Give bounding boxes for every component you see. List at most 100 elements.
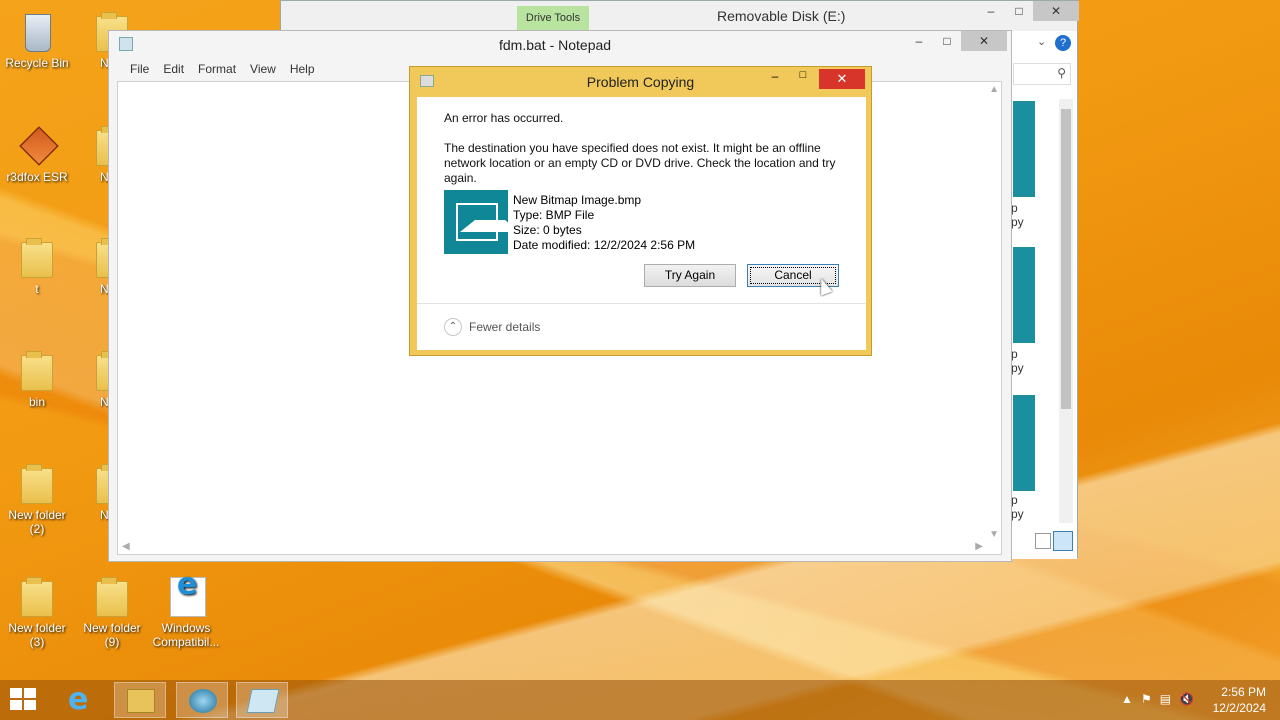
error-message: The destination you have specified does … (444, 141, 836, 185)
desktop-icon-new-folder-2[interactable]: New folder (2) (1, 462, 73, 536)
desktop-icon-new-folder-3[interactable]: New folder (3) (1, 575, 73, 649)
desktop-icon-label: New folder (3) (8, 621, 66, 649)
menu-format[interactable]: Format (191, 59, 243, 81)
file-thumbnail[interactable] (1013, 247, 1035, 343)
ribbon-tab-drive-tools[interactable]: Drive Tools (517, 6, 589, 30)
file-thumbnail[interactable] (1013, 395, 1035, 491)
vertical-scrollbar[interactable] (1059, 99, 1073, 523)
chevron-down-icon[interactable]: ⌄ (1037, 35, 1046, 48)
clock[interactable]: 2:56 PM 12/2/2024 (1213, 684, 1266, 716)
folder-icon (21, 238, 53, 278)
try-again-button[interactable]: Try Again (644, 264, 736, 287)
chevron-up-icon: ⌃ (444, 318, 462, 336)
error-heading: An error has occurred. (444, 111, 564, 125)
file-type: Type: BMP File (513, 208, 595, 222)
file-label: p (1011, 347, 1018, 361)
system-tray: ▲ ⚑ ▤ 🔇 (1121, 692, 1194, 706)
recycle-bin-icon (25, 14, 51, 52)
windows-logo-icon (10, 688, 22, 698)
file-info: New Bitmap Image.bmp Type: BMP File Size… (513, 193, 695, 253)
file-thumbnail[interactable] (1013, 101, 1035, 197)
scrollbar-thumb[interactable] (1061, 109, 1071, 409)
desktop-icon-label: New folder (2) (8, 508, 66, 536)
desktop-icon-windows-compat[interactable]: Windows Compatibil... (150, 575, 222, 649)
file-label: py (1011, 507, 1024, 521)
scroll-right-icon[interactable]: ▶ (975, 541, 983, 552)
menu-help[interactable]: Help (283, 59, 322, 81)
notepad-icon (119, 37, 133, 51)
close-button[interactable]: ✕ (961, 31, 1007, 51)
large-icons-view-icon[interactable] (1053, 531, 1073, 551)
close-button[interactable]: ✕ (819, 69, 865, 89)
desktop-icon-label: New folder (9) (83, 621, 141, 649)
image-file-icon (444, 190, 520, 254)
notepad-title: fdm.bat - Notepad (499, 37, 612, 53)
taskbar-internet-explorer[interactable]: e (56, 682, 108, 718)
scroll-down-icon[interactable]: ▼ (989, 529, 999, 540)
dialog-body: An error has occurred. The destination y… (417, 97, 866, 350)
scroll-left-icon[interactable]: ◀ (122, 541, 130, 552)
dialog-titlebar[interactable]: Problem Copying – □ ✕ (410, 67, 871, 97)
menu-view[interactable]: View (243, 59, 283, 81)
file-label: py (1011, 361, 1024, 375)
taskbar-notepad[interactable] (236, 682, 288, 718)
desktop-icon-r3dfox[interactable]: r3dfox ESR (1, 124, 73, 184)
fewer-details-toggle[interactable]: ⌃ Fewer details (444, 318, 540, 336)
scroll-up-icon[interactable]: ▲ (989, 84, 999, 95)
maximize-button[interactable]: □ (933, 31, 961, 51)
volume-muted-icon[interactable]: 🔇 (1179, 692, 1194, 706)
taskbar: e ▲ ⚑ ▤ 🔇 2:56 PM 12/2/2024 (0, 680, 1280, 720)
file-size: Size: 0 bytes (513, 223, 582, 237)
file-explorer-icon (127, 689, 155, 713)
action-center-flag-icon[interactable]: ⚑ (1141, 692, 1152, 706)
network-icon[interactable]: ▤ (1160, 692, 1171, 706)
search-icon: ⚲ (1057, 66, 1066, 80)
minimize-button[interactable]: – (765, 69, 785, 83)
desktop-icon-label: Recycle Bin (5, 56, 69, 70)
details-view-icon[interactable] (1035, 533, 1051, 549)
clock-time: 2:56 PM (1221, 685, 1266, 699)
taskbar-file-explorer[interactable] (114, 682, 166, 718)
show-hidden-icons-icon[interactable]: ▲ (1121, 692, 1133, 706)
explorer-title: Removable Disk (E:) (717, 8, 846, 24)
file-label: py (1011, 215, 1024, 229)
menu-edit[interactable]: Edit (156, 59, 191, 81)
start-button[interactable] (10, 688, 38, 712)
desktop-icon-label: r3dfox ESR (6, 170, 68, 184)
file-name: New Bitmap Image.bmp (513, 193, 642, 207)
search-input[interactable]: ⚲ (1013, 63, 1071, 85)
help-icon[interactable]: ? (1055, 35, 1071, 51)
notepad-titlebar[interactable]: fdm.bat - Notepad – □ ✕ (109, 31, 1011, 59)
maximize-button[interactable]: □ (793, 69, 813, 81)
close-button[interactable]: ✕ (1033, 1, 1079, 21)
folder-icon (21, 577, 53, 617)
divider (417, 303, 866, 304)
desktop-icon-new-folder-9[interactable]: New folder (9) (76, 575, 148, 649)
minimize-button[interactable]: – (977, 1, 1005, 21)
menu-file[interactable]: File (123, 59, 156, 81)
file-date-modified: Date modified: 12/2/2024 2:56 PM (513, 238, 696, 252)
desktop-icon-folder-bin[interactable]: bin (1, 349, 73, 409)
desktop-icon-label: t (35, 282, 39, 296)
problem-copying-dialog[interactable]: Problem Copying – □ ✕ An error has occur… (409, 66, 872, 356)
file-label: p (1011, 493, 1018, 507)
folder-icon (21, 351, 53, 391)
r3dfox-icon (19, 126, 59, 166)
notepad-icon (246, 689, 280, 713)
file-label: p (1011, 201, 1018, 215)
folder-icon (21, 464, 53, 504)
desktop-icon-label: Windows Compatibil... (152, 621, 220, 649)
browser-icon (189, 689, 217, 713)
explorer-file-pane[interactable]: ⌄ ? ⚲ p py p py p py (1011, 33, 1077, 559)
fewer-details-label: Fewer details (469, 320, 541, 334)
desktop-icon-recycle-bin[interactable]: Recycle Bin (1, 10, 73, 70)
minimize-button[interactable]: – (905, 31, 933, 51)
folder-icon (96, 577, 128, 617)
taskbar-browser[interactable] (176, 682, 228, 718)
explorer-titlebar[interactable]: Drive Tools Removable Disk (E:) – □ ✕ (281, 1, 1079, 31)
desktop-icon-label: bin (28, 395, 45, 409)
internet-explorer-icon: e (68, 682, 89, 717)
maximize-button[interactable]: □ (1005, 1, 1033, 21)
desktop-icon-folder-t[interactable]: t (1, 236, 73, 296)
clock-date: 12/2/2024 (1212, 701, 1266, 715)
